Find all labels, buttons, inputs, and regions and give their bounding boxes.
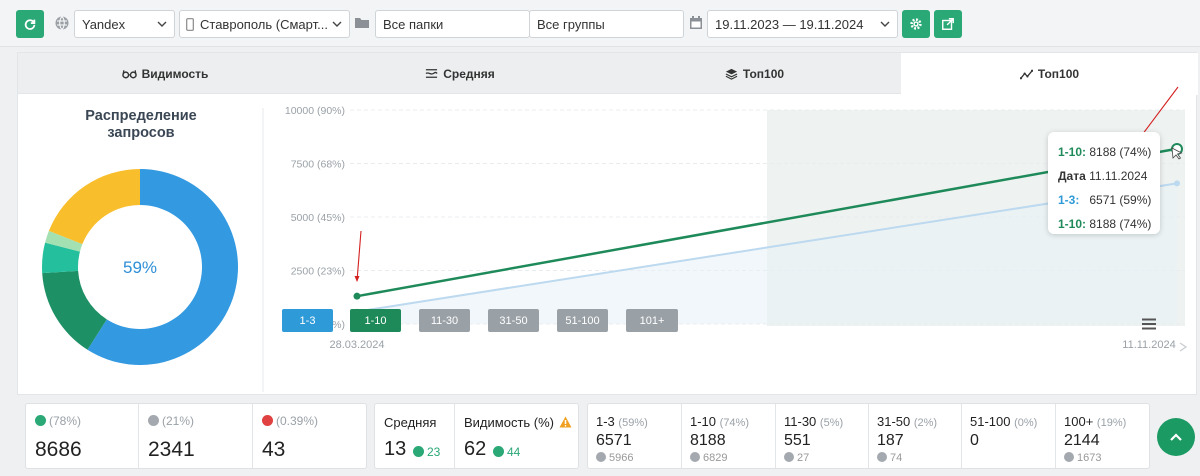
range-button-51-100[interactable]: 51-100 xyxy=(557,309,608,332)
stat-delta: 23 xyxy=(427,445,441,459)
stat-same: (21%) 2341 xyxy=(139,404,253,468)
stat-range-11-30: 11-30 (5%) 551 27 xyxy=(776,404,869,468)
y-tick-label: 10000 (90%) xyxy=(285,105,345,117)
stat-pct: (0.39%) xyxy=(276,414,319,428)
annotation-arrow xyxy=(356,230,362,282)
stat-pct: (0%) xyxy=(1014,417,1038,429)
arrow-up-circle-icon xyxy=(35,415,46,426)
arrow-up-circle-icon xyxy=(784,452,794,462)
arrow-up-circle-icon xyxy=(690,452,700,462)
stat-range-31-50: 31-50 (2%) 187 74 xyxy=(869,404,962,468)
stat-prev: 6829 xyxy=(703,452,728,464)
range-button-label: 31-50 xyxy=(499,314,528,327)
stat-pct: (78%) xyxy=(49,414,82,428)
range-button-101-plus[interactable]: 101+ xyxy=(626,309,678,332)
stat-range-1-3: 1-3 (59%) 6571 5966 xyxy=(588,404,682,468)
y-tick-label: 5000 (45%) xyxy=(291,212,345,224)
tooltip-series-value: 8188 (74%) xyxy=(1089,217,1152,231)
y-tick-label: 2500 (23%) xyxy=(291,266,345,278)
scroll-top-button[interactable] xyxy=(1157,418,1195,456)
range-button-11-30[interactable]: 11-30 xyxy=(419,309,470,332)
stat-value: 62 xyxy=(464,438,487,460)
stat-value: 6571 xyxy=(596,432,632,449)
donut-slice[interactable] xyxy=(48,169,140,245)
stat-label: 100+ xyxy=(1064,414,1094,429)
stat-average: Средняя 13 23 xyxy=(375,404,455,468)
stat-value: 43 xyxy=(262,438,286,461)
stat-up: (78%) 8686 xyxy=(26,404,139,468)
range-button-1-3[interactable]: 1-3 xyxy=(282,309,333,332)
donut-center-label: 59% xyxy=(123,258,157,277)
stat-prev: 27 xyxy=(797,452,810,464)
stat-label: 11-30 xyxy=(784,414,817,429)
range-button-1-10[interactable]: 1-10 xyxy=(350,309,401,332)
annotation-arrowhead xyxy=(354,276,360,282)
range-button-31-50[interactable]: 31-50 xyxy=(488,309,539,332)
tooltip-series-label: 1-10: xyxy=(1058,217,1087,231)
range-button-label: 1-3 xyxy=(299,314,316,327)
stat-value: 8686 xyxy=(35,438,82,461)
arrow-up-circle-icon xyxy=(1064,452,1074,462)
stat-value: 2341 xyxy=(148,438,195,461)
stat-value: 187 xyxy=(877,432,904,449)
stat-label: 1-10 xyxy=(690,414,717,429)
stat-visibility: Видимость (%) 62 44 xyxy=(455,404,578,468)
tooltip-series-label: 1-3: xyxy=(1058,193,1080,207)
stat-pct: (2%) xyxy=(913,417,938,429)
arrow-up-circle-icon xyxy=(596,452,606,462)
arrow-up-circle-icon xyxy=(877,452,887,462)
tooltip-series-label: 1-10: xyxy=(1058,145,1087,159)
minus-circle-icon xyxy=(148,415,159,426)
stat-value: 8188 xyxy=(690,432,726,449)
series-point[interactable] xyxy=(353,292,361,300)
x-tick-label: 11.11.2024 xyxy=(1122,339,1175,351)
average-stats: Средняя 13 23 Видимость (%) 62 44 xyxy=(374,403,579,469)
range-button-label: 101+ xyxy=(639,314,665,327)
range-button-label: 51-100 xyxy=(565,314,600,327)
chevron-up-icon xyxy=(1170,433,1182,441)
stat-range-1-10: 1-10 (74%) 8188 6829 xyxy=(682,404,776,468)
stat-label: Средняя xyxy=(384,415,437,430)
stat-down: (0.39%) 43 xyxy=(253,404,366,468)
series-point[interactable] xyxy=(1174,180,1180,187)
hamburger-menu-icon[interactable] xyxy=(1142,318,1156,330)
stat-pct: (19%) xyxy=(1096,417,1127,429)
stat-prev: 1673 xyxy=(1077,452,1102,464)
changes-stats: (78%) 8686 (21%) 2341 (0.39%) 43 xyxy=(25,403,367,469)
x-tick-label: 28.03.2024 xyxy=(329,339,384,351)
range-button-label: 1-10 xyxy=(364,314,387,327)
chevron-right-icon xyxy=(1179,342,1188,352)
arrow-up-circle-icon xyxy=(413,446,424,457)
tooltip-date-label: Дата xyxy=(1058,169,1086,183)
tooltip-series-value: 8188 (74%) xyxy=(1089,145,1152,159)
stat-value: 0 xyxy=(970,432,979,449)
stat-value: 2144 xyxy=(1064,432,1100,449)
arrow-down-circle-icon xyxy=(262,415,273,426)
series-point[interactable] xyxy=(1173,145,1181,153)
stat-label: 31-50 xyxy=(877,414,911,429)
y-tick-label: 7500 (68%) xyxy=(291,159,345,171)
warning-icon xyxy=(559,416,572,428)
range-button-label: 11-30 xyxy=(430,314,459,327)
stat-value: 551 xyxy=(784,432,811,449)
range-stats: 1-3 (59%) 6571 5966 1-10 (74%) 8188 6829… xyxy=(587,403,1150,469)
stat-value: 13 xyxy=(384,438,407,460)
stat-prev: 74 xyxy=(890,452,903,464)
arrow-up-circle-icon xyxy=(493,446,504,457)
stat-pct: (74%) xyxy=(719,417,749,429)
stat-delta: 44 xyxy=(507,445,521,459)
stat-pct: (59%) xyxy=(618,417,648,429)
tooltip-series-value: 6571 (59%) xyxy=(1089,193,1152,207)
stat-range-51-100: 51-100 (0%) 0 xyxy=(962,404,1056,468)
stat-label: 51-100 xyxy=(970,414,1011,429)
stat-label: 1-3 xyxy=(596,414,615,429)
stat-pct: (21%) xyxy=(162,414,195,428)
stat-range-100-plus: 100+ (19%) 2144 1673 xyxy=(1056,404,1149,468)
tooltip-date-value: 11.11.2024 xyxy=(1089,169,1148,183)
stat-pct: (5%) xyxy=(819,417,844,429)
stat-label: Видимость (%) xyxy=(464,415,555,430)
chart-tooltip: 1-10: 8188 (74%) Дата 11.11.2024 1-3: 65… xyxy=(1048,132,1160,234)
stat-prev: 5966 xyxy=(609,452,634,464)
